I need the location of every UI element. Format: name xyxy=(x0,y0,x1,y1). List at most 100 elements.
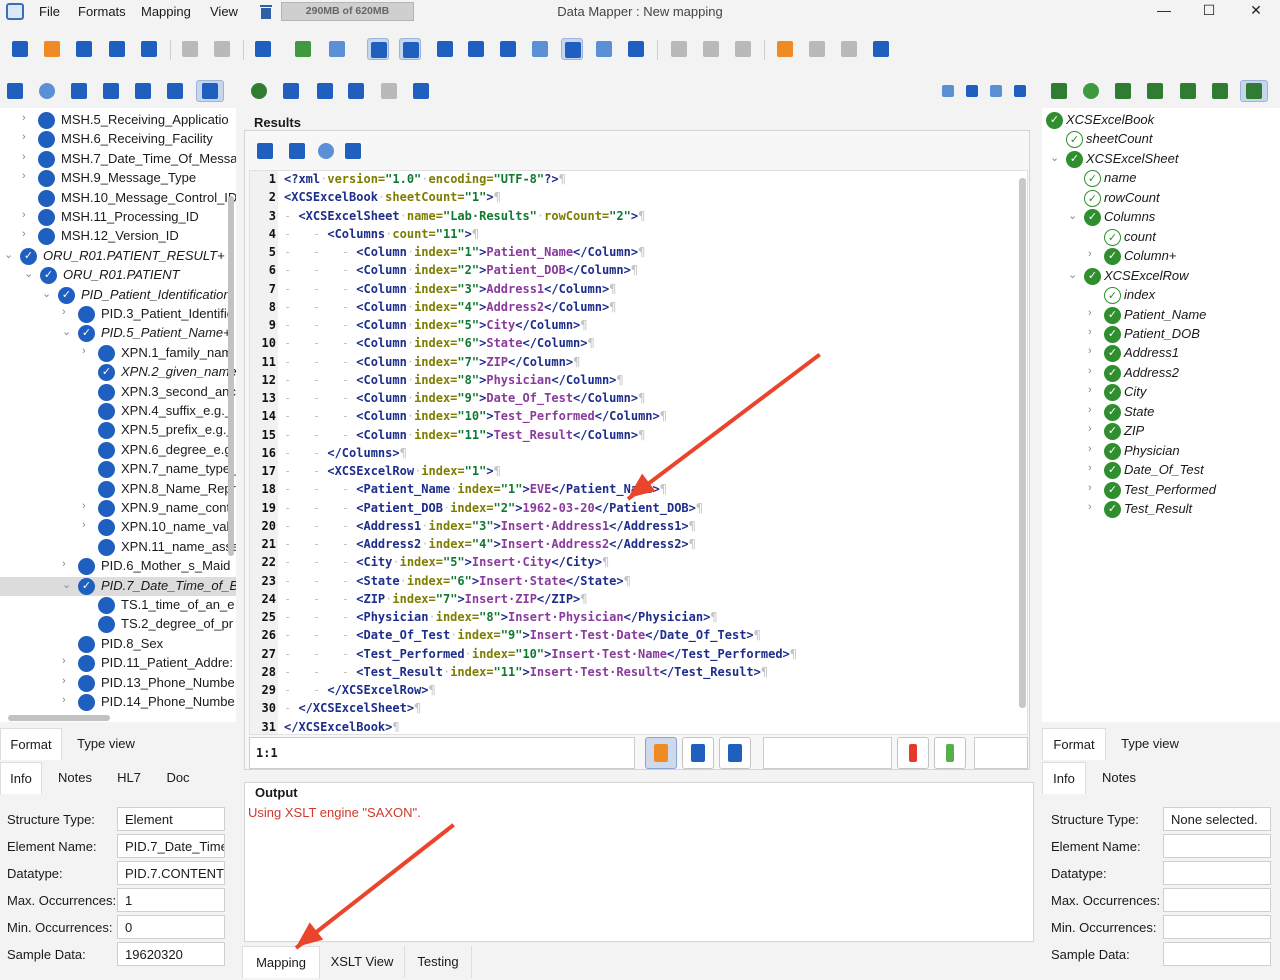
expand-arrow-icon[interactable]: ⌄ xyxy=(1068,209,1077,222)
paste-icon[interactable] xyxy=(732,38,754,60)
expand-arrow-icon[interactable]: › xyxy=(62,558,72,570)
property-value[interactable] xyxy=(1163,834,1271,858)
tree-node[interactable]: › MSH.5_Receiving_Applicatio xyxy=(0,111,236,130)
expand-arrow-icon[interactable]: › xyxy=(62,655,72,667)
save-results-icon[interactable] xyxy=(255,141,275,161)
cut-icon[interactable] xyxy=(668,38,690,60)
document-view-button[interactable] xyxy=(682,737,714,769)
tree-node[interactable]: ✓ XPN.2_given_name xyxy=(0,363,236,382)
format-icon[interactable] xyxy=(593,38,615,60)
expand-arrow-icon[interactable]: › xyxy=(22,131,32,143)
match-count-field[interactable] xyxy=(974,737,1028,769)
expand-arrow-icon[interactable]: › xyxy=(22,170,32,182)
tab-doc[interactable]: Doc xyxy=(156,762,200,794)
expand-arrow-icon[interactable]: ⌄ xyxy=(24,267,34,280)
transform-icon[interactable] xyxy=(465,38,487,60)
expand-arrow-icon[interactable]: › xyxy=(1088,307,1092,319)
html-view-button[interactable] xyxy=(719,737,751,769)
redo-icon[interactable] xyxy=(211,38,233,60)
tab-type-view[interactable]: Type view xyxy=(64,728,148,760)
tree-node[interactable]: ✓ XCSExcelBook xyxy=(1042,111,1280,130)
report-icon[interactable] xyxy=(1145,81,1165,101)
tree-node[interactable]: XPN.11_name_asse xyxy=(0,538,236,557)
settings-icon[interactable] xyxy=(1210,81,1230,101)
auto-map-icon[interactable] xyxy=(326,38,348,60)
expand-arrow-icon[interactable]: › xyxy=(22,112,32,124)
list-icon[interactable] xyxy=(870,38,892,60)
tree-node[interactable]: › ✓ Test_Performed xyxy=(1042,481,1280,500)
tab-type-view[interactable]: Type view xyxy=(1108,728,1192,760)
garbage-collect-icon[interactable] xyxy=(259,3,273,20)
tree-node[interactable]: ✓ index xyxy=(1042,286,1280,305)
search-icon[interactable] xyxy=(37,81,57,101)
new-icon[interactable] xyxy=(9,38,31,60)
expand-icon[interactable] xyxy=(774,38,796,60)
expand-arrow-icon[interactable]: ⌄ xyxy=(62,325,72,338)
tab-hl7[interactable]: HL7 xyxy=(108,762,150,794)
tree-view-icon[interactable] xyxy=(196,80,224,102)
search-icon[interactable] xyxy=(1081,81,1101,101)
move-down-icon[interactable] xyxy=(838,38,860,60)
chart-results-icon[interactable] xyxy=(287,141,307,161)
source-tree-hscrollbar[interactable] xyxy=(8,715,110,721)
tree-view-icon[interactable] xyxy=(1240,80,1268,102)
tree-node[interactable]: › MSH.7_Date_Time_Of_Messa xyxy=(0,150,236,169)
tree-node[interactable]: › PID.13_Phone_Numbe xyxy=(0,674,236,693)
tree-node[interactable]: › MSH.6_Receiving_Facility xyxy=(0,130,236,149)
close-button[interactable]: ✕ xyxy=(1244,2,1268,22)
tree-node[interactable]: XPN.7_name_type_ xyxy=(0,460,236,479)
open-icon[interactable] xyxy=(41,38,63,60)
tree-node[interactable]: › PID.3_Patient_Identifie xyxy=(0,305,236,324)
expand-arrow-icon[interactable]: ⌄ xyxy=(4,248,14,261)
tree-node[interactable]: › ✓ Date_Of_Test xyxy=(1042,461,1280,480)
tree-node[interactable]: XPN.8_Name_Repr xyxy=(0,480,236,499)
bug-icon[interactable] xyxy=(379,81,399,101)
tab-format[interactable]: Format xyxy=(0,728,62,760)
find-previous-button[interactable] xyxy=(934,737,966,769)
tree-node[interactable]: ⌄ ✓ ORU_R01.PATIENT xyxy=(0,266,236,285)
property-value[interactable]: Element xyxy=(117,807,225,831)
expand-arrow-icon[interactable]: ⌄ xyxy=(62,578,72,591)
document-icon[interactable] xyxy=(1049,81,1069,101)
tree-node[interactable]: XPN.6_degree_e.g xyxy=(0,441,236,460)
tree-node[interactable]: ⌄ ✓ XCSExcelRow xyxy=(1042,267,1280,286)
target-tree[interactable]: ✓ XCSExcelBook ✓ sheetCount ⌄ ✓ XCSExcelSheet ✓… xyxy=(1042,108,1280,722)
expand-arrow-icon[interactable]: › xyxy=(22,209,32,221)
map-icon[interactable] xyxy=(292,38,314,60)
expand-arrow-icon[interactable]: › xyxy=(1088,384,1092,396)
menu-mapping[interactable]: Mapping xyxy=(141,4,191,19)
tree-node[interactable]: › ✓ Address2 xyxy=(1042,364,1280,383)
menu-file[interactable]: File xyxy=(39,4,60,19)
document-icon[interactable] xyxy=(5,81,25,101)
editor-scrollbar[interactable] xyxy=(1019,178,1026,708)
tree-node[interactable]: ✓ count xyxy=(1042,228,1280,247)
find-icon[interactable] xyxy=(1178,81,1198,101)
tree-node[interactable]: ⌄ ✓ PID.5_Patient_Name+ xyxy=(0,324,236,343)
tree-node[interactable]: › PID.14_Phone_Numbe xyxy=(0,693,236,712)
tree-node[interactable]: › XPN.10_name_vali xyxy=(0,518,236,537)
move-up-icon[interactable] xyxy=(806,38,828,60)
tab-xslt-view[interactable]: XSLT View xyxy=(322,946,402,978)
tree-node[interactable]: TS.1_time_of_an_e xyxy=(0,596,236,615)
calendar-icon[interactable] xyxy=(1113,81,1133,101)
save-as-icon[interactable] xyxy=(106,38,128,60)
calendar-icon[interactable] xyxy=(69,81,89,101)
layout-1-icon[interactable] xyxy=(940,83,956,99)
tree-node[interactable]: › PID.6_Mother_s_Maid xyxy=(0,557,236,576)
undo-icon[interactable] xyxy=(179,38,201,60)
expand-arrow-icon[interactable]: ⌄ xyxy=(1068,268,1077,281)
tab-notes[interactable]: Notes xyxy=(48,762,102,794)
run-icon[interactable] xyxy=(249,81,269,101)
expand-arrow-icon[interactable]: › xyxy=(82,500,92,512)
tree-node[interactable]: › XPN.1_family_nam xyxy=(0,344,236,363)
tree-node[interactable]: ⌄ ✓ PID.7_Date_Time_of_B xyxy=(0,576,236,596)
property-value[interactable]: 19620320 xyxy=(117,942,225,966)
expand-arrow-icon[interactable]: › xyxy=(62,675,72,687)
expand-arrow-icon[interactable]: › xyxy=(1088,345,1092,357)
source-tree[interactable]: › MSH.5_Receiving_Applicatio › MSH.6_Receiv… xyxy=(0,108,236,722)
tree-node[interactable]: TS.2_degree_of_pr xyxy=(0,615,236,634)
tree-node[interactable]: › ✓ Test_Result xyxy=(1042,500,1280,519)
tree-node[interactable]: › XPN.9_name_cont xyxy=(0,499,236,518)
property-value[interactable] xyxy=(1163,942,1271,966)
property-value[interactable]: PID.7_Date_Time_of_Birth xyxy=(117,834,225,858)
